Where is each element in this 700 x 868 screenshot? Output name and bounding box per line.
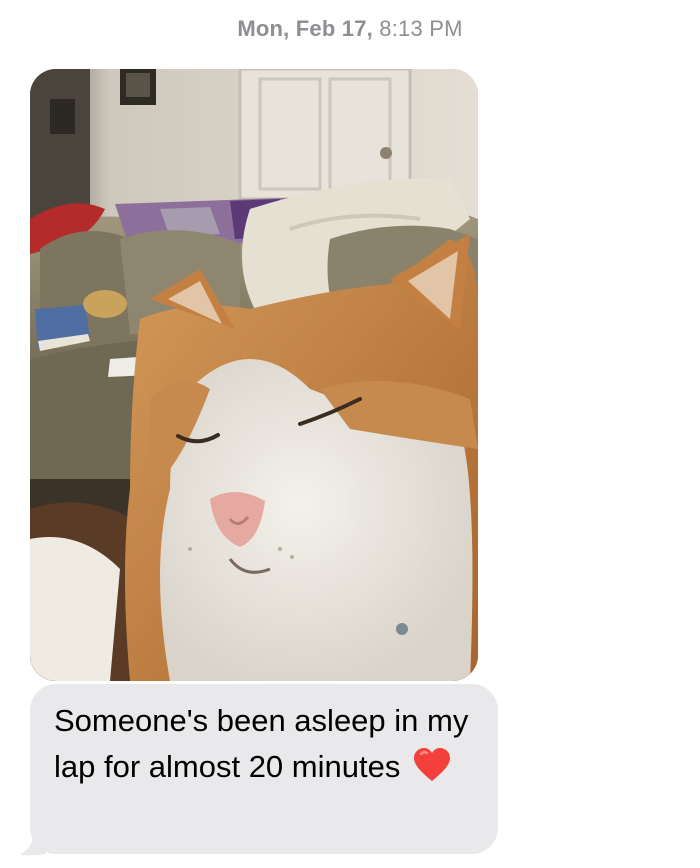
timestamp-time: 8:13 PM: [379, 16, 463, 41]
message-text-content: Someone's been asleep in my lap for almo…: [54, 703, 469, 784]
message-text: Someone's been asleep in my lap for almo…: [54, 698, 474, 790]
message-photo[interactable]: [30, 69, 478, 681]
timestamp-day: Mon, Feb 17,: [237, 16, 373, 41]
red-heart-icon: [413, 747, 451, 782]
bubble-tail: [20, 834, 46, 856]
message-bubble-incoming[interactable]: Someone's been asleep in my lap for almo…: [30, 684, 498, 854]
message-timestamp: Mon, Feb 17, 8:13 PM: [0, 16, 700, 42]
cat-photo-image: [30, 69, 478, 681]
